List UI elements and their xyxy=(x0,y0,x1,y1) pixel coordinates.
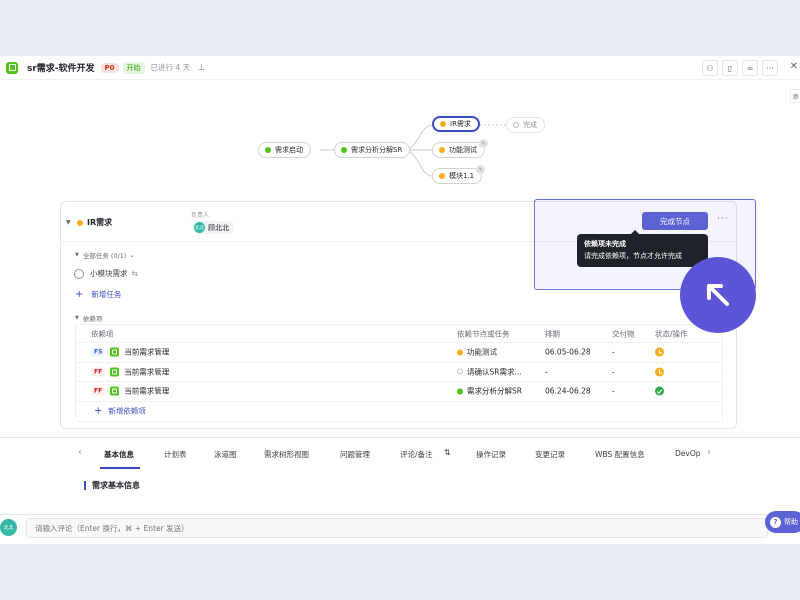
comment-input[interactable] xyxy=(26,518,768,538)
requirement-icon xyxy=(110,386,120,396)
status-dot xyxy=(439,173,445,179)
flow-node-test[interactable]: 功能测试 ✎ xyxy=(432,139,488,158)
flow-node-analysis[interactable]: 需求分析分解SR xyxy=(334,142,411,158)
pending-clock-icon[interactable] xyxy=(655,347,664,357)
flow-node-start[interactable]: 需求启动 xyxy=(258,142,311,158)
tab-comments[interactable]: 评论/备注 xyxy=(400,449,433,460)
requirement-icon xyxy=(110,347,120,357)
task-item[interactable]: 小模块需求 ⇆ xyxy=(74,268,138,279)
cursor-pointer-icon xyxy=(680,257,756,333)
dependency-table: 依赖项 依赖节点或任务 排期 交付物 状态/操作 FS 当前需求管理 功能测试 0… xyxy=(75,324,723,422)
help-button[interactable]: ? 帮助 xyxy=(765,511,800,533)
tab-tree-view[interactable]: 需求树形视图 xyxy=(264,449,309,460)
collapse-caret-icon[interactable]: ▼ xyxy=(66,219,71,226)
tab-issues[interactable]: 问题管理 xyxy=(340,449,370,460)
owner-label: 负责人 xyxy=(191,212,210,219)
status-dot xyxy=(457,388,463,395)
node-title: IR需求 xyxy=(77,217,112,228)
flow-node-ir[interactable]: IR需求 xyxy=(432,116,480,132)
chevron-right-icon[interactable]: › xyxy=(707,447,711,458)
sync-icon: ⇆ xyxy=(131,269,138,278)
table-row[interactable]: FF 当前需求管理 请确认SR需求... - - xyxy=(76,363,722,382)
pending-clock-icon[interactable] xyxy=(655,367,664,377)
status-dot xyxy=(457,368,463,375)
comment-bar: 北北 xyxy=(0,514,800,544)
add-task-button[interactable]: + 新增任务 xyxy=(75,289,121,300)
status-dot xyxy=(341,147,347,153)
status-dot xyxy=(439,147,445,153)
dependency-type-badge: FS xyxy=(91,347,106,357)
status-dot xyxy=(457,349,463,356)
chevron-down-icon: ⌄ xyxy=(129,251,135,259)
sort-icon[interactable]: ⇅ xyxy=(444,448,451,457)
add-dependency-row: + 新增依赖项 xyxy=(76,402,722,422)
plus-icon: + xyxy=(94,405,103,417)
tasks-section-toggle[interactable]: ▼ 全部任务 (0/1) ⌄ xyxy=(75,250,135,260)
add-dependency-button[interactable]: + 新增依赖项 xyxy=(94,406,146,417)
app-window: sr需求-软件开发 P0 开始 已进行 4 天 ⊥ ⚇ ▯ ∞ ··· ✕ 添 … xyxy=(0,56,800,544)
status-dot xyxy=(440,121,446,127)
status-dot xyxy=(77,219,83,226)
table-row[interactable]: FS 当前需求管理 功能测试 06.05-06.28 - xyxy=(76,343,722,363)
section-title: 需求基本信息 xyxy=(84,480,140,491)
node-badge-icon: ✎ xyxy=(479,139,488,148)
task-checkbox[interactable] xyxy=(74,268,84,279)
tab-change-log[interactable]: 变更记录 xyxy=(535,449,565,460)
complete-node-button[interactable]: 完成节点 xyxy=(642,212,708,230)
caret-icon: ▼ xyxy=(75,252,79,258)
requirement-icon xyxy=(110,367,120,377)
status-dot xyxy=(265,147,271,153)
owner-chip[interactable]: 北北 顾北北 xyxy=(193,221,234,234)
tab-basic-info[interactable]: 基本信息 xyxy=(104,449,134,460)
table-header: 依赖项 依赖节点或任务 排期 交付物 状态/操作 xyxy=(76,325,722,343)
flow-node-module[interactable]: 模块1.1 ✎ xyxy=(432,165,486,184)
flow-connectors xyxy=(320,124,506,177)
avatar: 北北 xyxy=(0,519,17,536)
deps-section-toggle[interactable]: ▼ 依赖项 xyxy=(75,313,102,323)
caret-icon: ▼ xyxy=(75,315,79,321)
card-more-icon[interactable]: ··· xyxy=(717,214,729,224)
active-tab-indicator xyxy=(100,467,140,469)
tab-plan[interactable]: 计划表 xyxy=(164,449,187,460)
tab-swimlane[interactable]: 泳道图 xyxy=(214,449,237,460)
done-check-icon[interactable] xyxy=(655,386,664,396)
flow-node-complete[interactable]: 完成 xyxy=(506,117,545,133)
detail-tabs: ‹ 基本信息 计划表 泳道图 需求树形视图 问题管理 评论/备注 ⇅ 操作记录 … xyxy=(0,437,800,469)
flow-diagram: 需求启动 需求分析分解SR IR需求 完成 功能测试 ✎ 模块1.1 ✎ xyxy=(0,56,800,206)
tab-devops[interactable]: DevOp xyxy=(675,449,701,458)
dependency-type-badge: FF xyxy=(91,386,106,396)
dependency-type-badge: FF xyxy=(91,367,106,377)
status-dot xyxy=(513,122,519,128)
avatar: 北北 xyxy=(194,222,205,233)
table-row[interactable]: FF 当前需求管理 需求分析分解SR 06.24-06.28 - xyxy=(76,382,722,402)
help-icon: ? xyxy=(770,516,781,528)
tooltip: 依赖项未完成 请完成依赖项，节点才允许完成 xyxy=(577,230,708,267)
tab-wbs-config[interactable]: WBS 配置信息 xyxy=(595,449,645,460)
tab-operation-log[interactable]: 操作记录 xyxy=(476,449,506,460)
chevron-left-icon[interactable]: ‹ xyxy=(78,447,82,458)
plus-icon: + xyxy=(75,289,84,300)
